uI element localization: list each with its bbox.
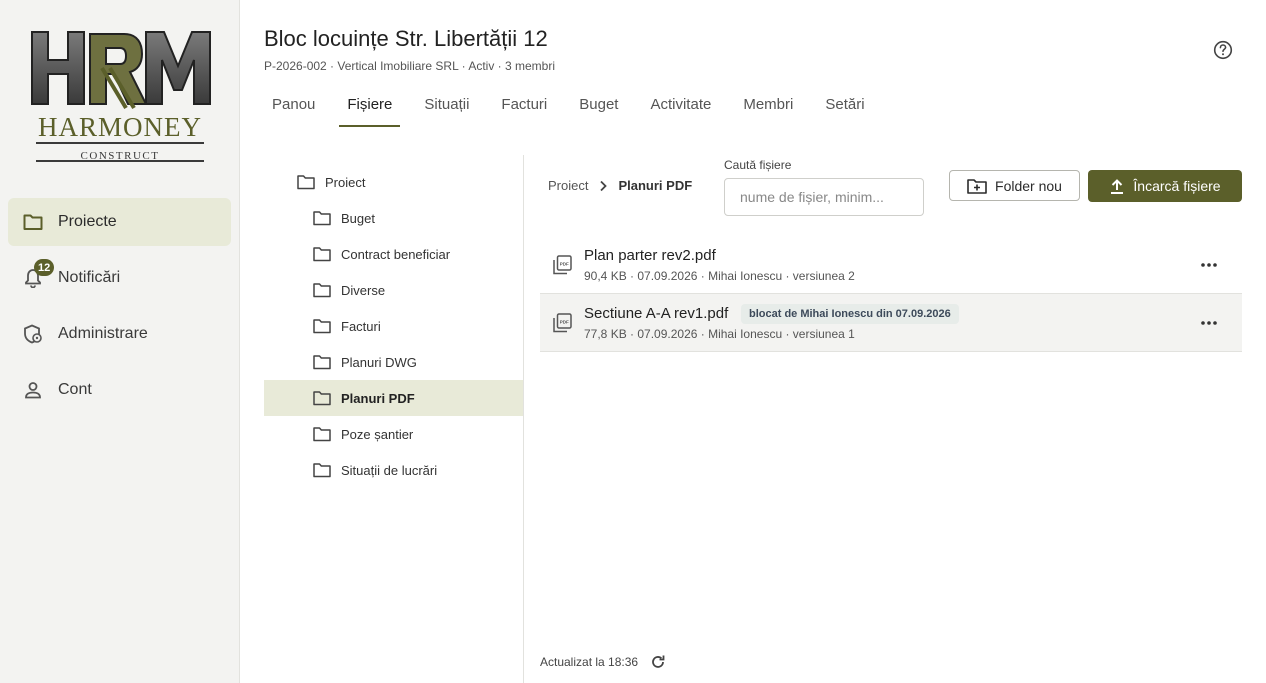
project-tabs: Panou Fișiere Situații Facturi Buget Act… <box>264 96 889 128</box>
person-icon <box>22 379 44 401</box>
tab-panou[interactable]: Panou <box>264 96 323 127</box>
file-meta: 77,8 KB · 07.09.2026 · Mihai Ionescu · v… <box>584 327 855 341</box>
harmoney-logo[interactable]: HARMONEY CONSTRUCT <box>28 28 212 166</box>
tree-item-label: Proiect <box>325 174 366 190</box>
file-row[interactable]: PDF Plan parter rev2.pdf 90,4 KB · 07.09… <box>540 236 1242 294</box>
project-subtitle: P-2026-002 · Vertical Imobiliare SRL · A… <box>264 59 555 73</box>
svg-text:PDF: PDF <box>560 320 569 325</box>
search-input[interactable] <box>724 178 924 216</box>
folder-icon <box>313 391 331 406</box>
tree-item-situatii-de-lucrari[interactable]: Situații de lucrări <box>264 452 523 488</box>
sidebar-item-label: Notificări <box>58 269 121 286</box>
tree-item-diverse[interactable]: Diverse <box>264 272 523 308</box>
svg-text:HARMONEY: HARMONEY <box>38 112 202 142</box>
tab-activitate[interactable]: Activitate <box>642 96 719 127</box>
tree-item-proiect[interactable]: Proiect <box>264 164 523 200</box>
svg-text:PDF: PDF <box>560 262 569 267</box>
upload-files-label: Încarcă fișiere <box>1133 178 1221 194</box>
breadcrumb: Proiect Planuri PDF <box>548 178 692 193</box>
breadcrumb-root[interactable]: Proiect <box>548 178 588 193</box>
tree-item-label: Poze șantier <box>341 426 414 442</box>
sidebar: HARMONEY CONSTRUCT Proiecte 12 Notificăr… <box>0 0 240 683</box>
file-row[interactable]: PDF Sectiune A-A rev1.pdf blocat de Miha… <box>540 294 1242 352</box>
pdf-file-icon: PDF <box>553 255 572 275</box>
folder-icon <box>22 211 44 233</box>
new-folder-button[interactable]: Folder nou <box>949 170 1080 201</box>
folder-icon <box>313 283 331 298</box>
lock-status-badge: blocat de Mihai Ionescu din 07.09.2026 <box>741 304 959 324</box>
file-list: PDF Plan parter rev2.pdf 90,4 KB · 07.09… <box>540 236 1242 352</box>
sidebar-item-administrare[interactable]: Administrare <box>8 310 231 358</box>
tree-item-planuri-pdf[interactable]: Planuri PDF <box>264 380 523 416</box>
search-label: Caută fișiere <box>724 158 792 172</box>
tree-item-contract-beneficiar[interactable]: Contract beneficiar <box>264 236 523 272</box>
tab-situatii[interactable]: Situații <box>416 96 477 127</box>
tree-item-label: Buget <box>341 210 375 226</box>
file-name[interactable]: Sectiune A-A rev1.pdf <box>584 305 728 322</box>
status-footer: Actualizat la 18:36 <box>540 654 666 670</box>
sidebar-item-label: Proiecte <box>58 213 117 230</box>
new-folder-label: Folder nou <box>995 177 1062 194</box>
tree-item-facturi[interactable]: Facturi <box>264 308 523 344</box>
tree-item-planuri-dwg[interactable]: Planuri DWG <box>264 344 523 380</box>
tab-facturi[interactable]: Facturi <box>493 96 555 127</box>
panel-divider <box>523 155 524 683</box>
tab-fisiere[interactable]: Fișiere <box>339 96 401 127</box>
tree-item-label: Contract beneficiar <box>341 246 451 262</box>
help-circle-icon[interactable] <box>1213 40 1233 60</box>
folder-icon <box>313 247 331 262</box>
sidebar-item-notificari[interactable]: 12 Notificări <box>8 254 231 302</box>
refresh-icon[interactable] <box>650 654 666 670</box>
pdf-file-icon: PDF <box>553 313 572 333</box>
tree-item-label: Situații de lucrări <box>341 462 438 478</box>
folder-icon <box>297 175 315 190</box>
breadcrumb-current: Planuri PDF <box>618 178 693 193</box>
folder-plus-icon <box>967 178 987 194</box>
sidebar-nav: Proiecte 12 Notificări Administrare Cont <box>8 198 231 422</box>
more-actions-icon[interactable] <box>1198 254 1220 276</box>
folder-icon <box>313 355 331 370</box>
chevron-right-icon <box>600 180 608 191</box>
tree-item-label: Diverse <box>341 282 386 298</box>
tree-item-poze-santier[interactable]: Poze șantier <box>264 416 523 452</box>
tab-membri[interactable]: Membri <box>735 96 801 127</box>
notification-badge: 12 <box>34 259 55 276</box>
bell-icon: 12 <box>22 259 55 289</box>
upload-files-button[interactable]: Încarcă fișiere <box>1088 170 1242 202</box>
sidebar-item-label: Administrare <box>58 325 148 342</box>
file-meta: 90,4 KB · 07.09.2026 · Mihai Ionescu · v… <box>584 269 855 283</box>
folder-icon <box>313 211 331 226</box>
upload-icon <box>1111 179 1124 194</box>
folder-icon <box>313 463 331 478</box>
tree-item-buget[interactable]: Buget <box>264 200 523 236</box>
sidebar-item-label: Cont <box>58 381 92 398</box>
shield-gear-icon <box>22 323 44 345</box>
folder-icon <box>313 427 331 442</box>
last-updated-text: Actualizat la 18:36 <box>540 655 639 669</box>
app-root: HARMONEY CONSTRUCT Proiecte 12 Notificăr… <box>0 0 1266 683</box>
more-actions-icon[interactable] <box>1198 312 1220 334</box>
file-name[interactable]: Plan parter rev2.pdf <box>584 247 716 264</box>
tab-buget[interactable]: Buget <box>571 96 626 127</box>
tree-item-label: Planuri PDF <box>341 390 415 406</box>
tab-setari[interactable]: Setări <box>817 96 872 127</box>
folder-tree: Proiect Buget Contract beneficiar Divers… <box>264 164 523 488</box>
sidebar-item-cont[interactable]: Cont <box>8 366 231 414</box>
tree-item-label: Planuri DWG <box>341 354 417 370</box>
tree-item-label: Facturi <box>341 318 381 334</box>
sidebar-item-proiecte[interactable]: Proiecte <box>8 198 231 246</box>
page-title: Bloc locuințe Str. Libertății 12 <box>264 26 548 51</box>
folder-icon <box>313 319 331 334</box>
